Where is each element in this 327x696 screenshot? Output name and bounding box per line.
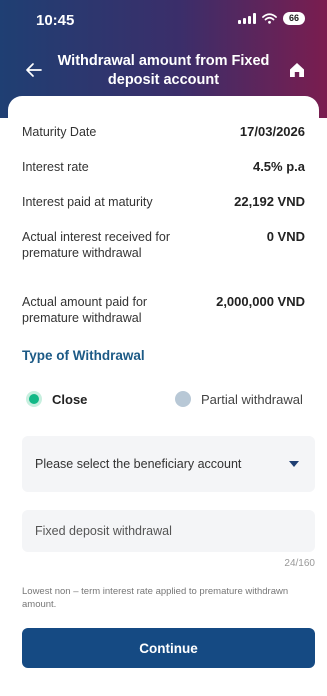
detail-value: 22,192 VND (234, 194, 305, 209)
continue-button[interactable]: Continue (22, 628, 315, 668)
withdrawal-description-input[interactable] (22, 510, 315, 552)
status-time: 10:45 (36, 12, 75, 29)
wifi-icon (262, 13, 277, 24)
chevron-down-icon (289, 461, 299, 467)
status-bar: 10:45 66 (0, 0, 327, 40)
battery-icon: 66 (283, 12, 305, 25)
withdrawal-card: Maturity Date 17/03/2026 Interest rate 4… (8, 96, 319, 690)
detail-value: 0 VND (266, 229, 305, 244)
radio-partial-withdrawal[interactable]: Partial withdrawal (175, 391, 303, 407)
detail-label: Maturity Date (22, 125, 97, 139)
beneficiary-account-select[interactable]: Please select the beneficiary account (22, 436, 315, 492)
detail-label: Actual amount paid for premature withdra… (22, 295, 148, 325)
detail-value: 17/03/2026 (239, 124, 305, 139)
radio-label: Partial withdrawal (201, 391, 303, 407)
section-title-withdrawal-type: Type of Withdrawal (22, 348, 145, 363)
detail-label: Interest paid at maturity (22, 195, 153, 209)
detail-label: Actual interest received for premature w… (22, 230, 170, 260)
radio-unselected-icon (175, 391, 191, 407)
radio-selected-icon (26, 391, 42, 407)
radio-label: Close (52, 391, 88, 407)
signal-icon (238, 13, 256, 24)
nav-bar: Withdrawal amount from Fixed deposit acc… (0, 44, 327, 100)
back-arrow-icon[interactable] (24, 60, 44, 80)
detail-value: 4.5% p.a (252, 159, 305, 174)
radio-close[interactable]: Close (26, 391, 87, 407)
detail-value: 2,000,000 VND (216, 294, 305, 309)
character-counter: 24/160 (284, 558, 315, 569)
status-icons: 66 (238, 12, 305, 25)
page-title: Withdrawal amount from Fixed deposit acc… (57, 53, 270, 88)
home-icon[interactable] (287, 60, 307, 80)
interest-footnote: Lowest non – term interest rate applied … (22, 586, 289, 610)
detail-label: Interest rate (22, 160, 89, 174)
select-placeholder: Please select the beneficiary account (35, 457, 242, 471)
